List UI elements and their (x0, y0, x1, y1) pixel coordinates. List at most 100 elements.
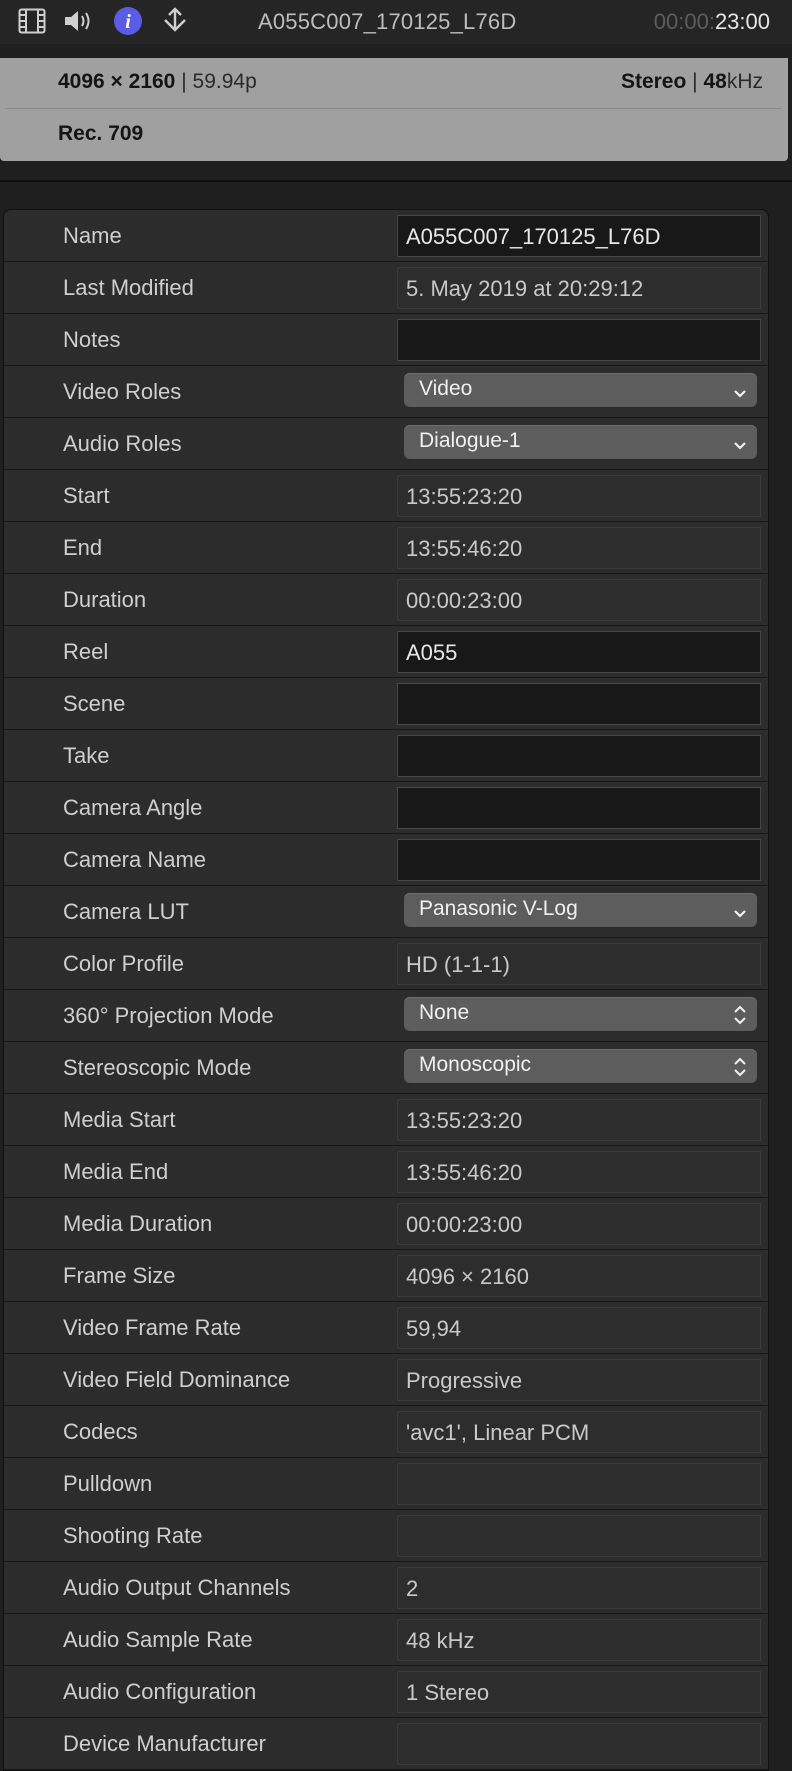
property-label: Last Modified (63, 275, 194, 300)
media-start-value: 13:55:23:20 (397, 1099, 761, 1141)
speaker-icon[interactable] (63, 6, 93, 36)
property-row-reel: Reel A055 (4, 626, 768, 678)
camera-lut-popup[interactable]: Panasonic V-Log (404, 893, 757, 927)
media-end-value: 13:55:46:20 (397, 1151, 761, 1193)
property-row-audio-configuration: Audio Configuration 1 Stereo (4, 1666, 768, 1718)
format-summary: 4096 × 2160 | 59.94p (58, 70, 257, 94)
property-label: Media End (63, 1159, 169, 1184)
property-label: Audio Roles (63, 431, 182, 456)
notes-field[interactable] (397, 319, 761, 361)
popup-value: Video (419, 377, 473, 400)
properties-table: Name A055C007_170125_L76D Last Modified 5. … (3, 209, 769, 1771)
media-duration-value: 00:00:23:00 (397, 1203, 761, 1245)
popup-value: Panasonic V-Log (419, 897, 578, 920)
property-row-codecs: Codecs 'avc1', Linear PCM (4, 1406, 768, 1458)
property-label: Name (63, 223, 122, 248)
take-field[interactable] (397, 735, 761, 777)
property-row-360-projection-mode: 360° Projection Mode None (4, 990, 768, 1042)
property-label: Media Duration (63, 1211, 213, 1236)
chevron-down-icon (733, 433, 747, 457)
property-row-start: Start 13:55:23:20 (4, 470, 768, 522)
property-label: Camera Name (63, 847, 207, 872)
property-label: Device Manufacturer (63, 1731, 266, 1756)
popup-value: Monoscopic (419, 1053, 532, 1076)
sample-rate-number: 48 (703, 70, 727, 93)
property-row-video-roles: Video Roles Video (4, 366, 768, 418)
end-value: 13:55:46:20 (397, 527, 761, 569)
property-label: Reel (63, 639, 109, 664)
share-icon[interactable] (160, 6, 190, 36)
camera-angle-field[interactable] (397, 787, 761, 829)
audio-channels: Stereo (620, 70, 687, 93)
reel-field[interactable]: A055 (397, 631, 761, 673)
property-row-audio-roles: Audio Roles Dialogue-1 (4, 418, 768, 470)
property-row-stereoscopic-mode: Stereoscopic Mode Monoscopic (4, 1042, 768, 1094)
property-label: Audio Configuration (63, 1679, 257, 1704)
up-down-chevron-icon (733, 1057, 747, 1083)
stereoscopic-mode-popup[interactable]: Monoscopic (404, 1049, 757, 1083)
pulldown-value (397, 1463, 761, 1505)
property-label: Media Start (63, 1107, 176, 1132)
frame-rate: 59.94p (192, 70, 257, 93)
property-row-media-end: Media End 13:55:46:20 (4, 1146, 768, 1198)
property-row-end: End 13:55:46:20 (4, 522, 768, 574)
property-row-pulldown: Pulldown (4, 1458, 768, 1510)
timecode-value: 23:00 (714, 9, 770, 34)
audio-configuration-value: 1 Stereo (397, 1671, 761, 1713)
property-row-name: Name A055C007_170125_L76D (4, 210, 768, 262)
svg-text:i: i (125, 11, 131, 33)
property-row-take: Take (4, 730, 768, 782)
color-space: Rec. 709 (58, 122, 144, 145)
audio-roles-popup[interactable]: Dialogue-1 (404, 425, 757, 459)
property-label: Camera Angle (63, 795, 203, 820)
property-label: Video Roles (63, 379, 182, 404)
duration-value: 00:00:23:00 (397, 579, 761, 621)
popup-value: Dialogue-1 (419, 429, 521, 452)
property-row-duration: Duration 00:00:23:00 (4, 574, 768, 626)
video-frame-rate-value: 59,94 (397, 1307, 761, 1349)
property-label: Video Field Dominance (63, 1367, 291, 1392)
property-row-frame-size: Frame Size 4096 × 2160 (4, 1250, 768, 1302)
last-modified-value: 5. May 2019 at 20:29:12 (397, 267, 761, 309)
property-row-notes: Notes (4, 314, 768, 366)
name-field[interactable]: A055C007_170125_L76D (397, 215, 761, 257)
property-label: Audio Output Channels (63, 1575, 291, 1600)
property-row-camera-angle: Camera Angle (4, 782, 768, 834)
chevron-down-icon (733, 381, 747, 405)
property-label: Color Profile (63, 951, 185, 976)
property-label: Start (63, 483, 110, 508)
property-label: Scene (63, 691, 126, 716)
clip-title: A055C007_170125_L76D (258, 9, 517, 34)
property-row-video-frame-rate: Video Frame Rate 59,94 (4, 1302, 768, 1354)
resolution: 4096 × 2160 (58, 70, 176, 93)
property-row-audio-sample-rate: Audio Sample Rate 48 kHz (4, 1614, 768, 1666)
property-row-media-start: Media Start 13:55:23:20 (4, 1094, 768, 1146)
property-label: Video Frame Rate (63, 1315, 242, 1340)
summary-separator: | (181, 70, 187, 93)
property-label: Pulldown (63, 1471, 153, 1496)
popup-value: None (419, 1001, 470, 1024)
section-divider (0, 180, 792, 182)
property-row-camera-name: Camera Name (4, 834, 768, 886)
property-row-video-field-dominance: Video Field Dominance Progressive (4, 1354, 768, 1406)
clip-summary-banner: 4096 × 2160 | 59.94p Stereo | 48kHz Rec.… (0, 58, 788, 161)
property-row-media-duration: Media Duration 00:00:23:00 (4, 1198, 768, 1250)
color-profile-value: HD (1-1-1) (397, 943, 761, 985)
scene-field[interactable] (397, 683, 761, 725)
property-label: Notes (63, 327, 121, 352)
frame-size-value: 4096 × 2160 (397, 1255, 761, 1297)
property-row-last-modified: Last Modified 5. May 2019 at 20:29:12 (4, 262, 768, 314)
film-icon[interactable] (17, 6, 47, 36)
property-label: Shooting Rate (63, 1523, 203, 1548)
audio-summary: Stereo | 48kHz (621, 70, 763, 94)
360-projection-mode-popup[interactable]: None (404, 997, 757, 1031)
inspector-toolbar: i A055C007_170125_L76D 00:00:23:00 (0, 0, 792, 44)
property-label: Frame Size (63, 1263, 176, 1288)
timecode: 00:00:23:00 (654, 9, 770, 35)
camera-name-field[interactable] (397, 839, 761, 881)
up-down-chevron-icon (733, 1005, 747, 1031)
video-roles-popup[interactable]: Video (404, 373, 757, 407)
info-icon[interactable]: i (113, 6, 143, 36)
property-row-device-manufacturer: Device Manufacturer (4, 1718, 768, 1770)
chevron-down-icon (733, 901, 747, 925)
